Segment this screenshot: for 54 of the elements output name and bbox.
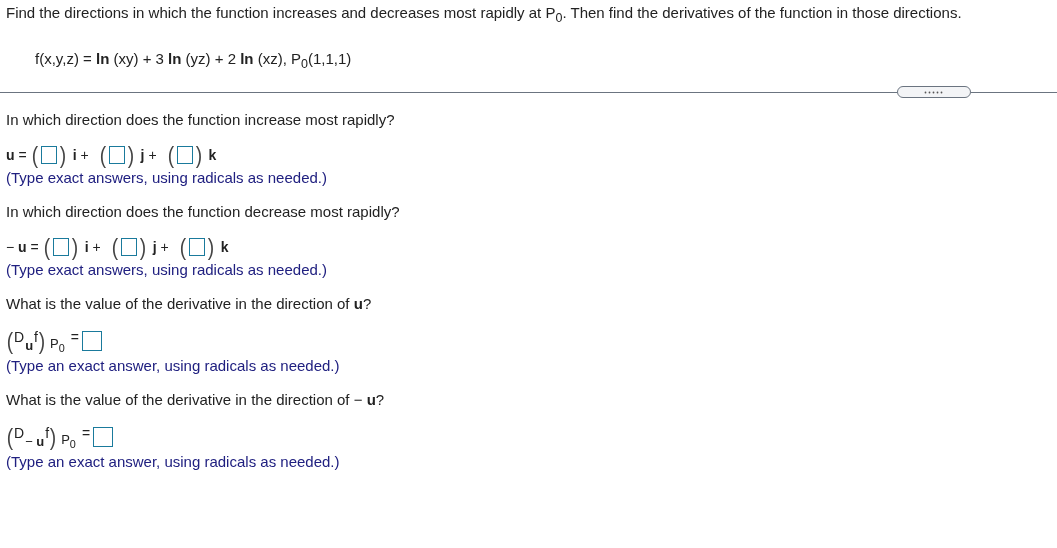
answer-box[interactable] <box>120 238 137 256</box>
parenthesis: ) <box>127 142 134 168</box>
answer-box[interactable] <box>188 238 205 256</box>
parenthesis: ( <box>6 328 14 354</box>
direction-subscript: u <box>25 337 34 353</box>
function-formula: f(x,y,z) = ln (xy) + 3 ln (yz) + 2 ln (xz), P$_{0}$(1,1,1) <box>35 49 353 73</box>
unit-vector-label: k <box>208 147 217 163</box>
operator-symbol: D <box>14 425 25 441</box>
hint-text: (Type an exact answer, using radicals as needed.) <box>6 356 341 376</box>
parenthesis: ) <box>38 328 46 354</box>
answer-box[interactable] <box>52 238 69 256</box>
unit-vector-label: j + <box>152 239 169 255</box>
more-icon <box>924 90 944 94</box>
parenthesis: ) <box>59 142 66 168</box>
unit-vector-label: j + <box>140 147 157 163</box>
answer-box[interactable] <box>40 146 57 164</box>
equals-sign: = <box>81 425 91 441</box>
unit-vector-label: k <box>220 239 229 255</box>
question-text: What is the value of the derivative in the direction of − u? <box>6 390 386 410</box>
operator-symbol: D <box>14 329 25 345</box>
question-text: What is the value of the derivative in the direction of u? <box>6 294 373 314</box>
unit-vector-label: i + <box>72 147 89 163</box>
vector-label: u = <box>6 147 27 163</box>
parenthesis: ) <box>50 424 57 450</box>
parenthesis: ( <box>99 142 106 168</box>
direction-subscript: − u <box>25 433 45 449</box>
parenthesis: ) <box>139 234 146 260</box>
vector-label: − u = <box>6 239 39 255</box>
parenthesis: ( <box>111 234 118 260</box>
expand-handle[interactable] <box>897 86 971 98</box>
hint-text: (Type exact answers, using radicals as needed.) <box>6 260 328 280</box>
point-subscript: P$_{0}$ <box>49 336 65 354</box>
question-text: In which direction does the function increase most rapidly? <box>6 110 396 130</box>
answer-box[interactable] <box>108 146 125 164</box>
function-symbol: f <box>34 329 38 345</box>
answer-box[interactable] <box>81 331 102 351</box>
equals-sign: = <box>70 329 79 345</box>
parenthesis: ( <box>6 424 14 450</box>
hint-text: (Type an exact answer, using radicals as needed.) <box>6 452 341 472</box>
parenthesis: ( <box>31 142 38 168</box>
parenthesis: ( <box>167 142 174 168</box>
problem-statement: Find the directions in which the function increases and decreases most rapidly at P$_{0}$. Then find the derivatives of the function in those directions. <box>6 4 963 27</box>
answer-box[interactable] <box>93 427 114 447</box>
parenthesis: ) <box>207 234 214 260</box>
parenthesis: ( <box>179 234 186 260</box>
hint-text: (Type exact answers, using radicals as needed.) <box>6 168 328 188</box>
parenthesis: ( <box>43 234 50 260</box>
unit-vector-label: i + <box>84 239 101 255</box>
parenthesis: ) <box>195 142 202 168</box>
parenthesis: ) <box>71 234 78 260</box>
function-symbol: f <box>45 425 50 441</box>
question-text: In which direction does the function decrease most rapidly? <box>6 202 401 222</box>
point-subscript: P$_{0}$ <box>61 432 76 450</box>
answer-box[interactable] <box>176 146 193 164</box>
